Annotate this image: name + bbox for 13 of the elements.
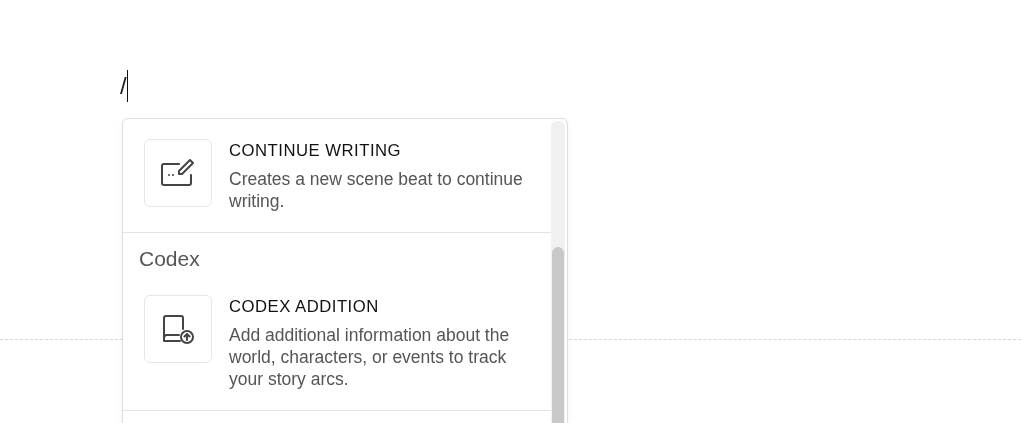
scrollbar-thumb[interactable] — [552, 247, 564, 423]
item-title: CONTINUE WRITING — [229, 140, 403, 162]
text-caret — [126, 70, 128, 102]
item-title: CODEX ADDITION — [229, 296, 380, 318]
scrollbar[interactable] — [551, 121, 565, 423]
menu-item[interactable]: CONTINUE WRITING Creates a new scene beat to continue writing. — [123, 139, 551, 212]
item-description: Creates a new scene beat to continue writing. — [229, 168, 524, 212]
book-upload-icon — [160, 314, 196, 344]
editor-text: / — [120, 71, 127, 101]
pencil-card-icon — [160, 158, 196, 188]
menu-item[interactable]: CODEX ADDITION Add additional information about the world, characters, or events to track your story arcs. — [123, 295, 551, 390]
item-description: Add additional information about the world, characters, or events to track your story arcs. — [229, 324, 511, 390]
section-heading: Codex — [138, 247, 201, 272]
